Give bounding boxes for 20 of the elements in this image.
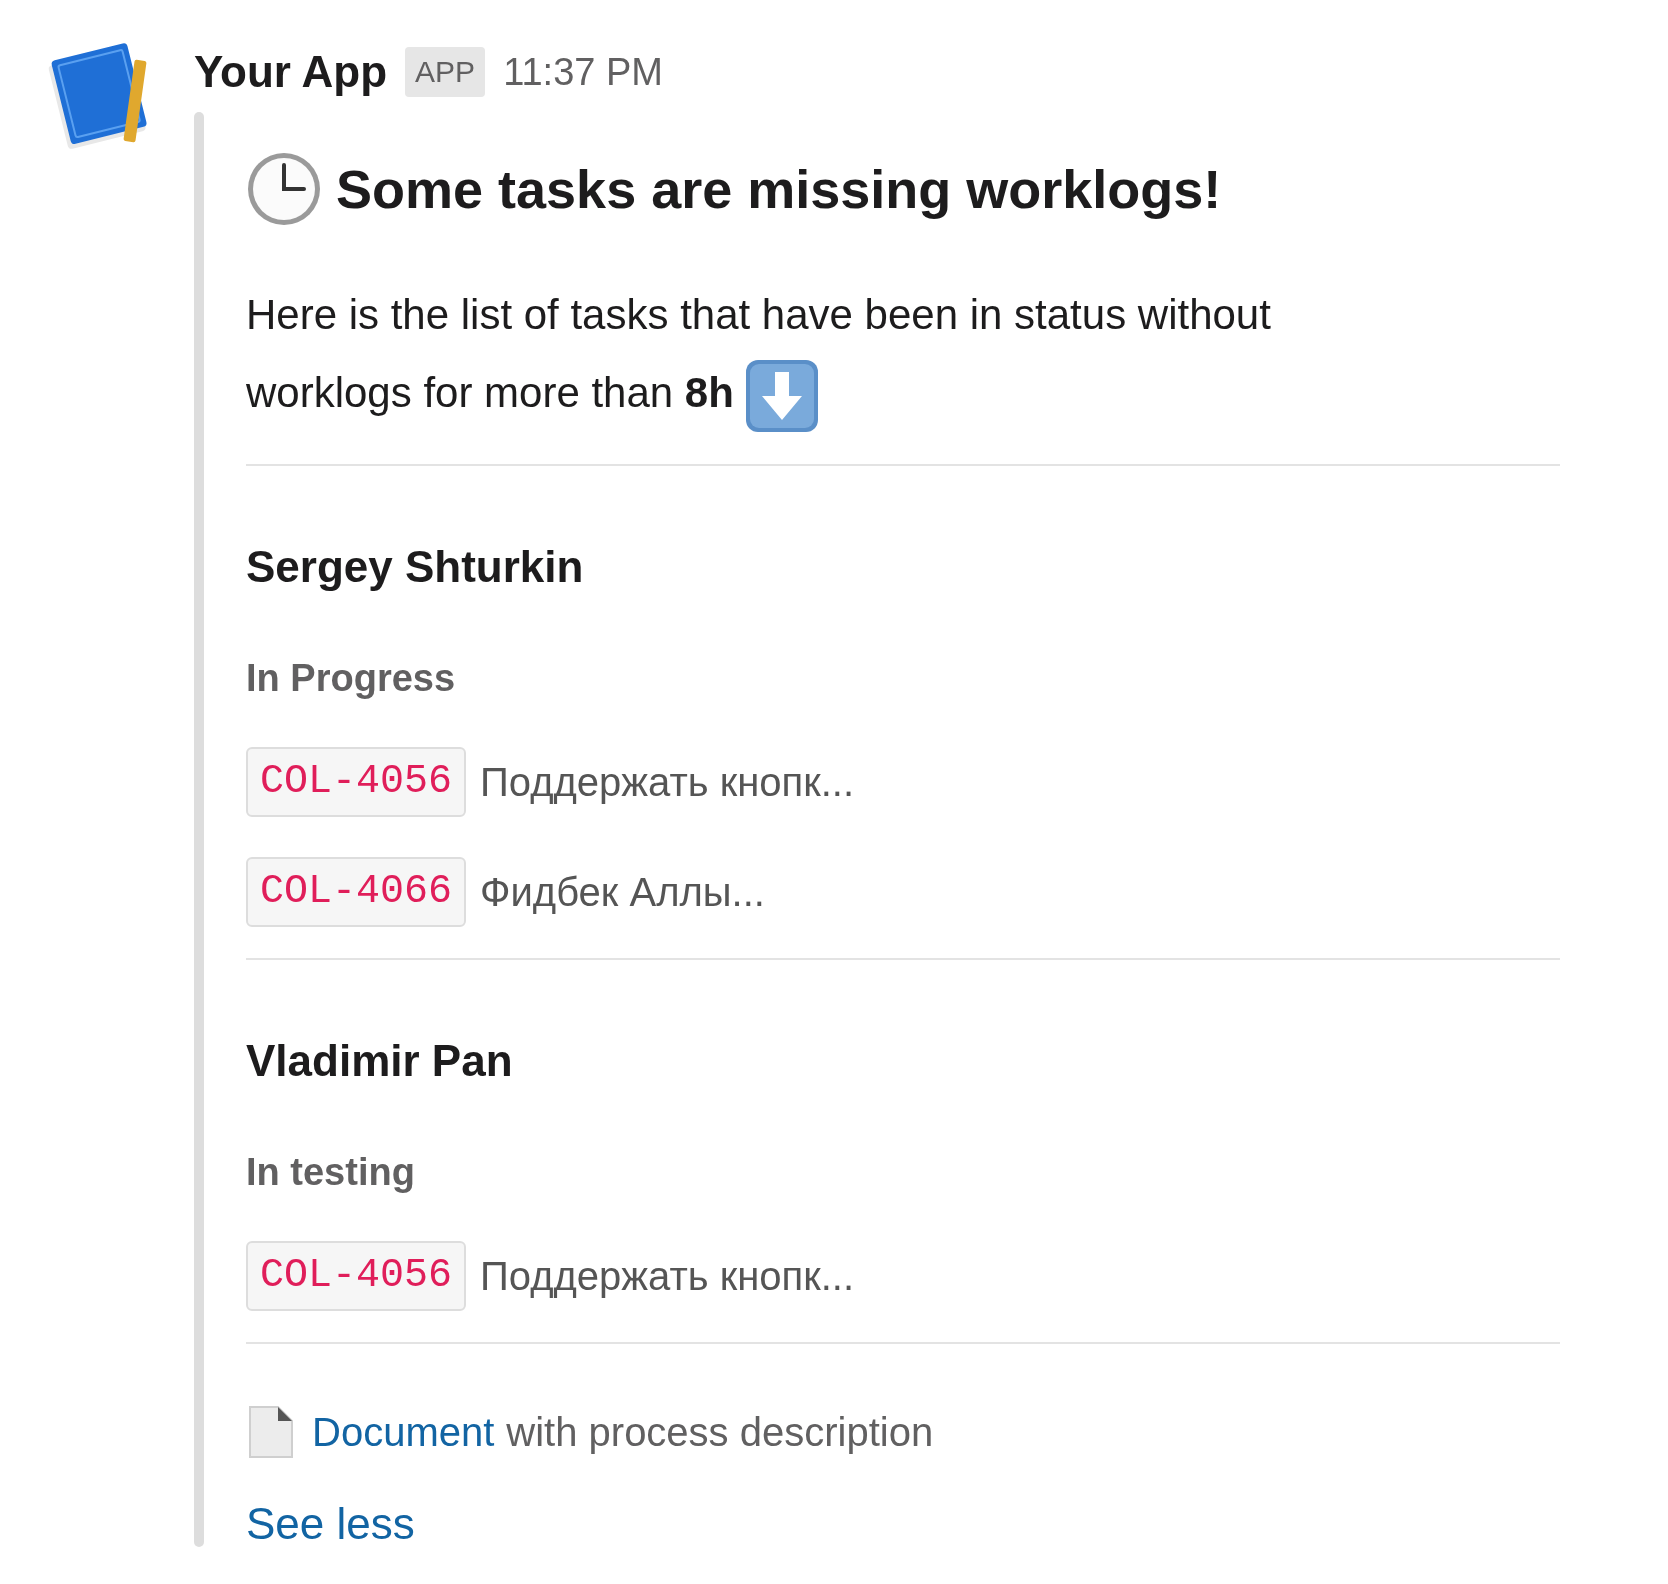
- status-label: In testing: [246, 1149, 416, 1195]
- task-key: COL-4066: [246, 856, 467, 927]
- document-icon: [246, 1404, 296, 1459]
- footer-text: with process description: [506, 1408, 934, 1456]
- assignee-name: Vladimir Pan: [246, 1034, 514, 1087]
- task-summary: Фидбек Аллы...: [480, 868, 765, 916]
- assignee-name: Sergey Shturkin: [246, 540, 585, 593]
- app-tag: APP: [405, 47, 486, 97]
- status-label: In Progress: [246, 655, 457, 701]
- task-summary: Поддержать кнопк...: [480, 1252, 855, 1300]
- task-key: COL-4056: [246, 1240, 467, 1311]
- see-less-link[interactable]: See less: [246, 1495, 415, 1552]
- message-intro: Here is the list of tasks that have been in status without worklogs for more than 8h: [246, 276, 1326, 434]
- app-name: Your App: [194, 46, 388, 98]
- task-key: COL-4056: [246, 746, 467, 817]
- clock-icon: [246, 151, 322, 227]
- message-time: 11:37 PM: [503, 49, 663, 95]
- document-link[interactable]: Document: [312, 1401, 495, 1462]
- task-summary: Поддержать кнопк...: [480, 758, 855, 806]
- message-title: Some tasks are missing worklogs!: [336, 157, 1222, 221]
